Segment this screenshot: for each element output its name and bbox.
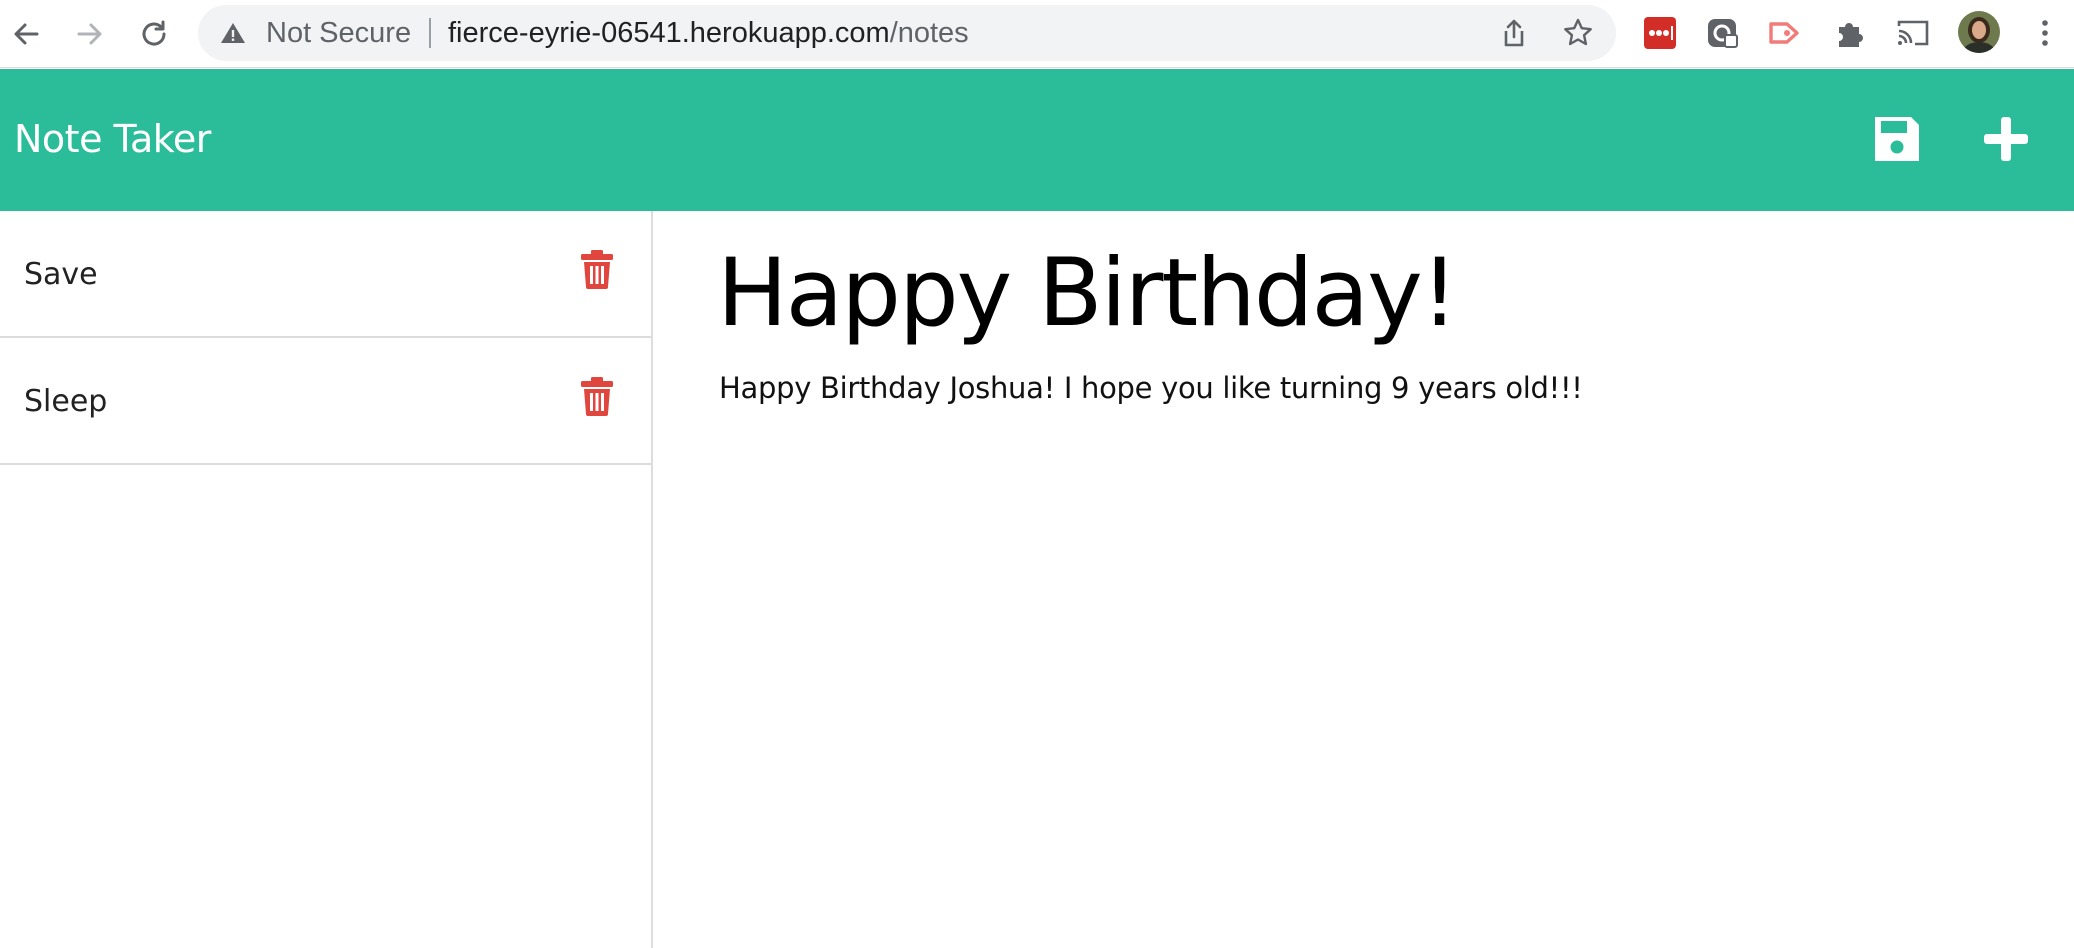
note-sidebar: Save Sleep: [0, 211, 653, 948]
note-label[interactable]: Save: [24, 257, 98, 292]
extension-two[interactable]: [1704, 14, 1742, 52]
omnibox-divider: [429, 18, 431, 48]
app-header: Note Taker: [0, 69, 2074, 211]
share-icon[interactable]: [1498, 17, 1530, 49]
forward-arrow-icon: [77, 23, 102, 45]
kebab-menu-icon: [2042, 20, 2048, 46]
note-label[interactable]: Sleep: [24, 384, 107, 419]
cast-icon: [1897, 20, 1929, 46]
plus-icon[interactable]: [1980, 113, 2032, 165]
reload-button[interactable]: [132, 12, 176, 56]
note-title-input[interactable]: Happy Birthday!: [717, 239, 1458, 348]
avatar-icon: [1958, 11, 2000, 53]
list-item[interactable]: Save: [0, 211, 651, 338]
note-list: Save Sleep: [0, 211, 651, 465]
note-editor: Happy Birthday! Happy Birthday Joshua! I…: [655, 211, 2074, 948]
security-status[interactable]: Not Secure: [266, 17, 411, 49]
url-host: fierce-eyrie-06541.herokuapp.com: [448, 17, 890, 49]
trash-icon[interactable]: [580, 376, 614, 416]
list-item[interactable]: Sleep: [0, 338, 651, 465]
url-path: /notes: [889, 17, 969, 49]
puzzle-piece-icon: [1839, 23, 1863, 47]
floppy-disk-icon[interactable]: [1871, 113, 1923, 165]
browser-menu-button[interactable]: [2026, 14, 2064, 52]
lastpass-icon: [1644, 17, 1676, 49]
lastpass-extension[interactable]: [1641, 14, 1679, 52]
note-body-textarea[interactable]: Happy Birthday Joshua! I hope you like t…: [719, 371, 1583, 405]
trash-icon[interactable]: [580, 249, 614, 289]
back-button[interactable]: [4, 12, 48, 56]
warning-icon: [221, 23, 245, 43]
reload-icon: [142, 20, 166, 46]
extensions-button[interactable]: [1831, 14, 1869, 52]
profile-avatar[interactable]: [1957, 10, 2001, 54]
app-title[interactable]: Note Taker: [14, 117, 211, 161]
star-icon[interactable]: [1562, 17, 1594, 49]
browser-toolbar: Not Secure fierce-eyrie-06541.herokuapp.…: [0, 0, 2074, 68]
extension-badge-icon: [1708, 19, 1738, 48]
forward-button[interactable]: [68, 12, 112, 56]
back-arrow-icon: [14, 23, 39, 45]
extension-three[interactable]: [1767, 14, 1805, 52]
url-text[interactable]: fierce-eyrie-06541.herokuapp.com/notes: [448, 17, 969, 49]
tag-arrow-icon: [1769, 22, 1799, 44]
cast-button[interactable]: [1894, 14, 1932, 52]
address-bar[interactable]: Not Secure fierce-eyrie-06541.herokuapp.…: [198, 5, 1616, 61]
